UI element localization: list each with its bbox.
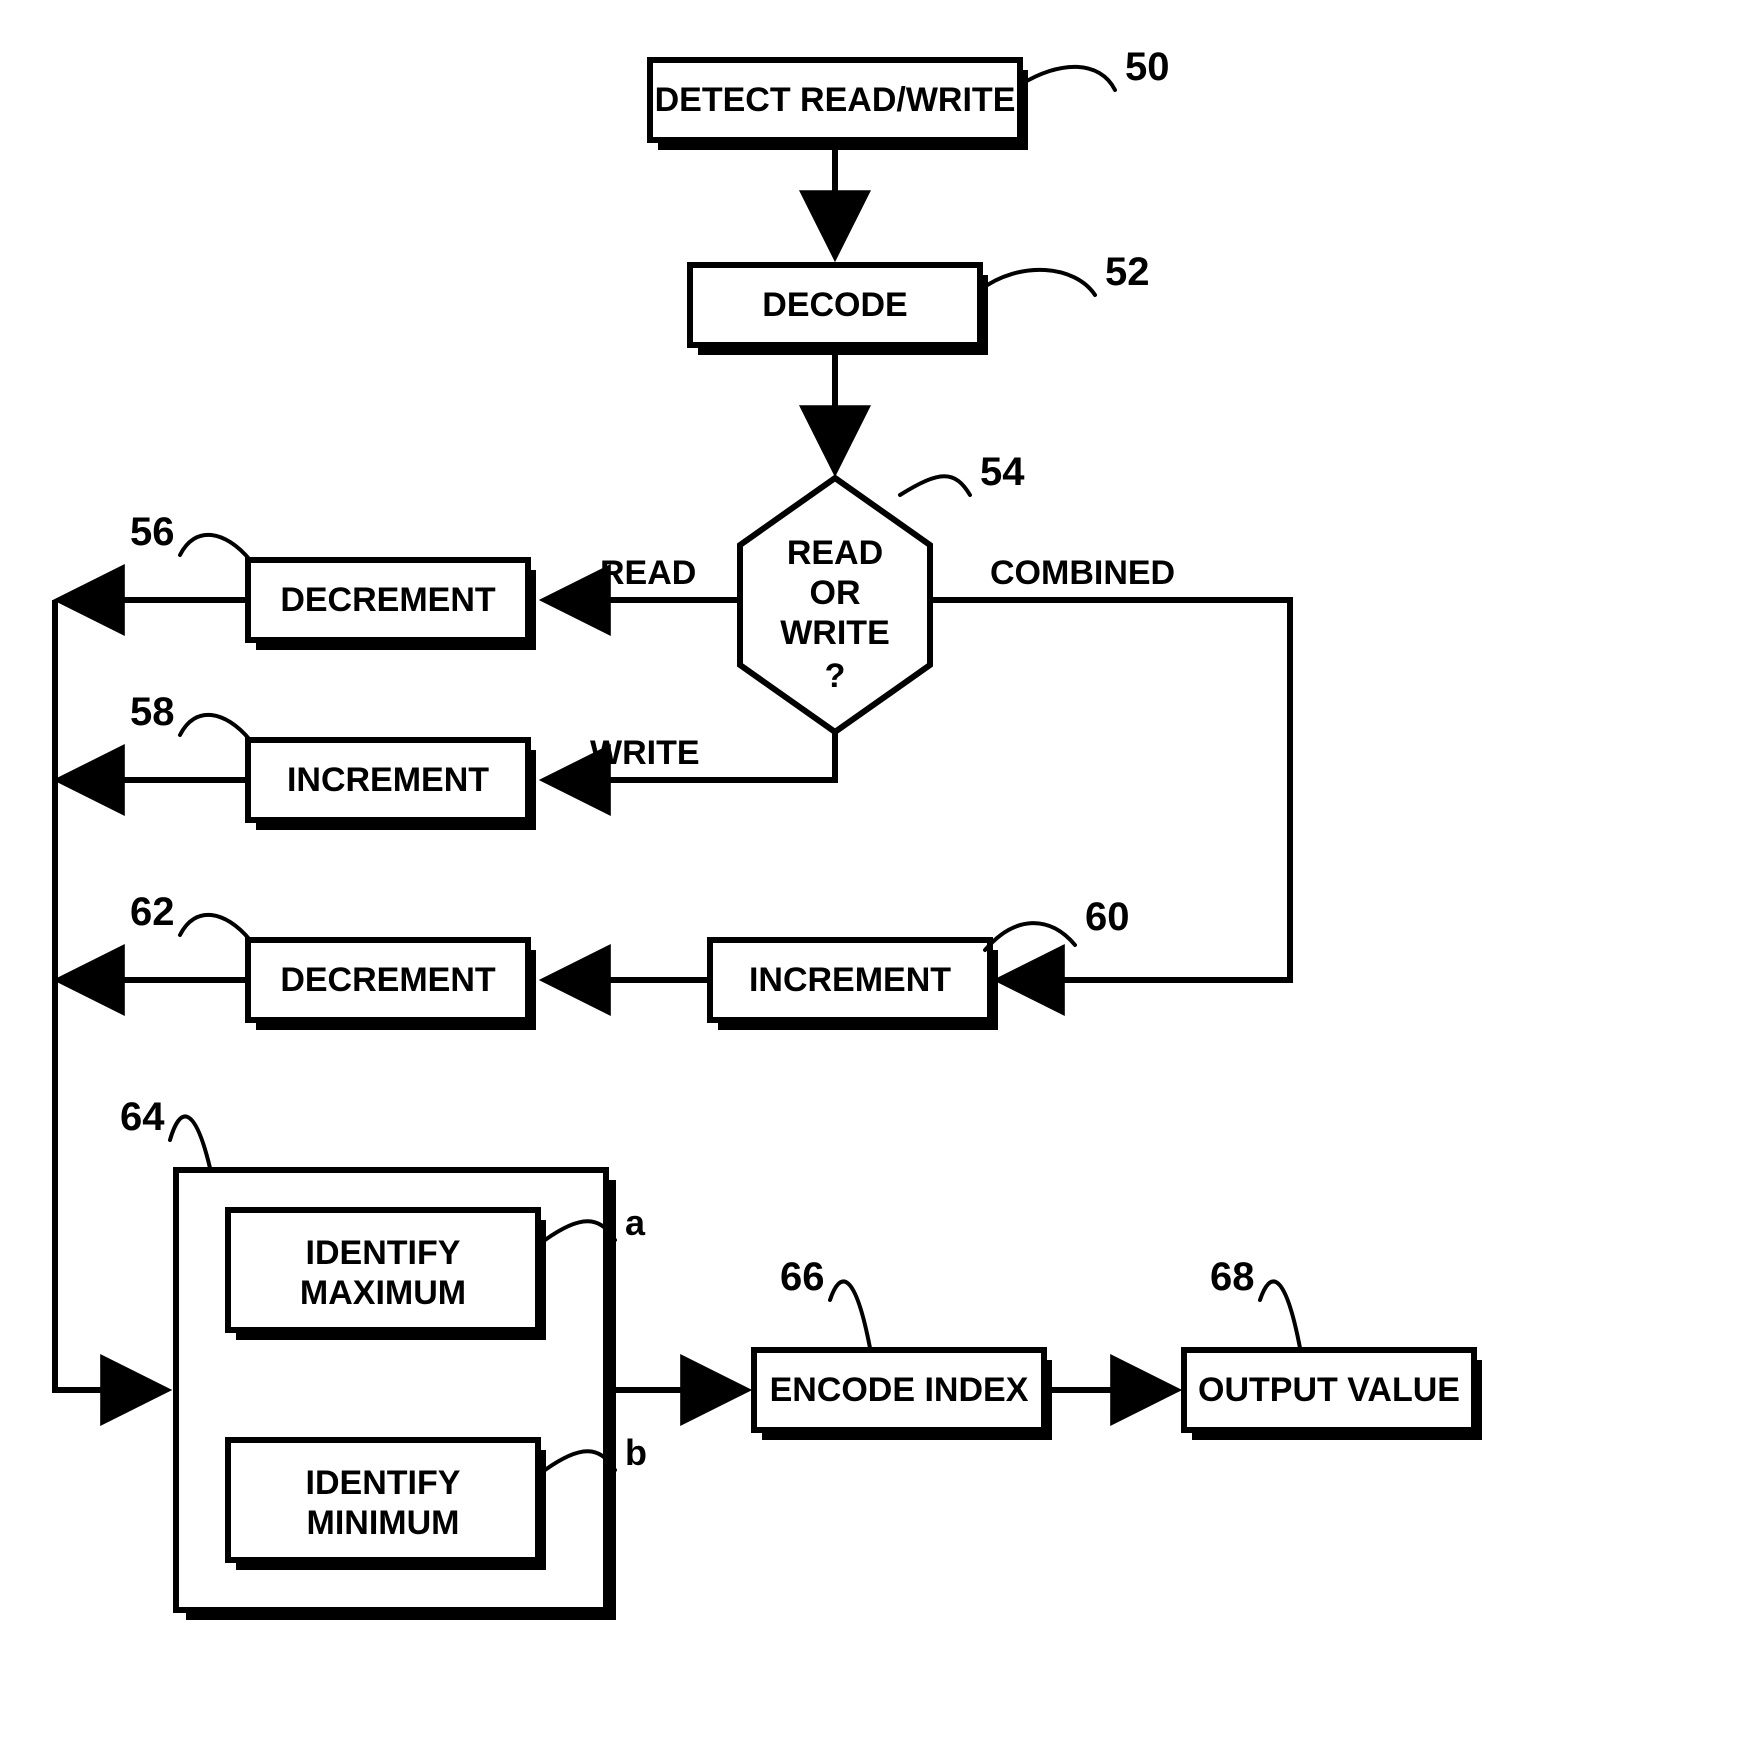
ref-52: 52 bbox=[1105, 250, 1150, 294]
increment-58-box: INCREMENT bbox=[248, 740, 536, 830]
ref-66: 66 bbox=[780, 1255, 825, 1299]
idmax-l2: MAXIMUM bbox=[300, 1274, 466, 1312]
decode-label: DECODE bbox=[762, 286, 907, 324]
leader-50 bbox=[1020, 67, 1115, 90]
idmin-l2: MINIMUM bbox=[307, 1504, 460, 1542]
decision-l4: ? bbox=[825, 657, 846, 695]
leader-62 bbox=[180, 915, 250, 940]
edge-write-label: WRITE bbox=[590, 734, 700, 772]
ref-56: 56 bbox=[130, 510, 175, 554]
leader-58 bbox=[180, 715, 250, 740]
decision-hexagon: READ OR WRITE ? bbox=[740, 478, 930, 732]
flowchart-diagram: DETECT READ/WRITE 50 DECODE 52 READ OR W… bbox=[0, 0, 1756, 1751]
idmax-l1: IDENTIFY bbox=[306, 1234, 461, 1272]
ref-64: 64 bbox=[120, 1095, 165, 1139]
edge-read-label: READ bbox=[600, 554, 696, 592]
encode-box: ENCODE INDEX bbox=[754, 1350, 1052, 1440]
edge-combined-label: COMBINED bbox=[990, 554, 1175, 592]
ref-60: 60 bbox=[1085, 895, 1130, 939]
increment-58-label: INCREMENT bbox=[287, 761, 489, 799]
leader-68 bbox=[1260, 1281, 1300, 1348]
increment-60-label: INCREMENT bbox=[749, 961, 951, 999]
decrement-62-box: DECREMENT bbox=[248, 940, 536, 1030]
leader-52 bbox=[980, 270, 1095, 295]
ref-58: 58 bbox=[130, 690, 175, 734]
ref-54: 54 bbox=[980, 450, 1025, 494]
ref-50: 50 bbox=[1125, 45, 1170, 89]
leader-66 bbox=[830, 1281, 870, 1348]
decrement-62-label: DECREMENT bbox=[280, 961, 496, 999]
leader-64 bbox=[170, 1116, 210, 1168]
decrement-56-box: DECREMENT bbox=[248, 560, 536, 650]
decrement-56-label: DECREMENT bbox=[280, 581, 496, 619]
decision-l2: OR bbox=[810, 574, 861, 612]
ref-68: 68 bbox=[1210, 1255, 1255, 1299]
leader-60 bbox=[985, 923, 1075, 950]
idmin-l1: IDENTIFY bbox=[306, 1464, 461, 1502]
ref-62: 62 bbox=[130, 890, 175, 934]
decision-l3: WRITE bbox=[780, 614, 890, 652]
leader-56 bbox=[180, 535, 250, 560]
decode-box: DECODE bbox=[690, 265, 988, 355]
output-box: OUTPUT VALUE bbox=[1184, 1350, 1482, 1440]
increment-60-box: INCREMENT bbox=[710, 940, 998, 1030]
decision-l1: READ bbox=[787, 534, 883, 572]
encode-label: ENCODE INDEX bbox=[770, 1371, 1029, 1409]
sublabel-a: a bbox=[625, 1202, 646, 1243]
detect-label: DETECT READ/WRITE bbox=[655, 81, 1016, 119]
leader-54 bbox=[900, 476, 970, 495]
detect-box: DETECT READ/WRITE bbox=[650, 60, 1028, 150]
output-label: OUTPUT VALUE bbox=[1198, 1371, 1460, 1409]
sublabel-b: b bbox=[625, 1432, 647, 1473]
